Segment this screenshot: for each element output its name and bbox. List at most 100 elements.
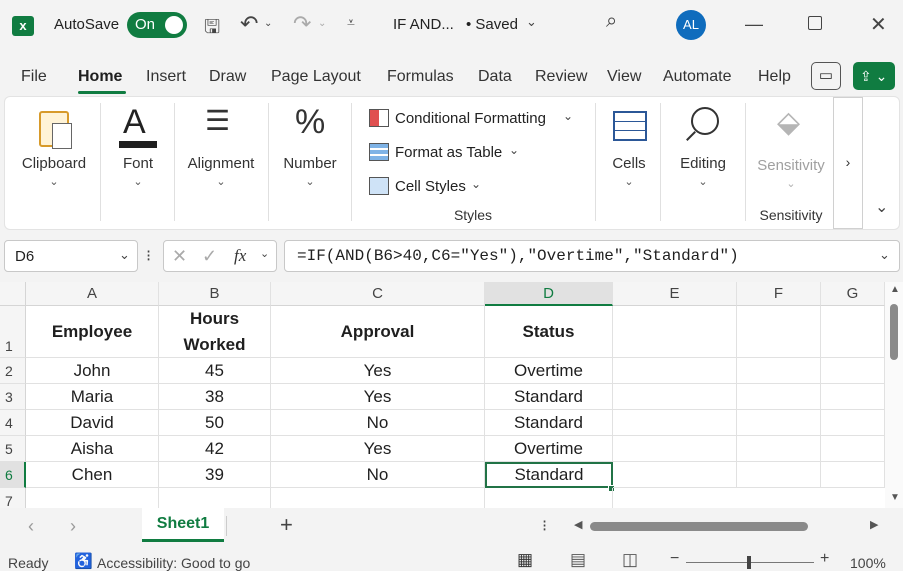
insert-function-icon[interactable]: fx [234, 246, 246, 266]
next-sheet-icon[interactable]: › [70, 516, 76, 537]
column-header-a[interactable]: A [26, 282, 159, 306]
cell-c5[interactable]: Yes [271, 436, 485, 462]
cell-a3[interactable]: Maria [26, 384, 159, 410]
cell-d2[interactable]: Overtime [485, 358, 613, 384]
cell-g3[interactable] [821, 384, 885, 410]
zoom-slider-thumb[interactable] [747, 556, 751, 569]
previous-sheet-icon[interactable]: ‹ [28, 516, 34, 537]
cell-b1[interactable]: Hours Worked [159, 306, 271, 358]
cell-b5[interactable]: 42 [159, 436, 271, 462]
vertical-scroll-thumb[interactable] [890, 304, 898, 360]
confirm-icon[interactable]: ✓ [202, 246, 217, 267]
cell-d1[interactable]: Status [485, 306, 613, 358]
cells-group[interactable]: Cells ⌄ [601, 101, 657, 219]
cell-d4[interactable]: Standard [485, 410, 613, 436]
alignment-group[interactable]: ☰ Alignment ⌄ [177, 101, 265, 219]
horizontal-scrollbar[interactable]: ◀ ▶ [572, 518, 887, 534]
column-header-c[interactable]: C [271, 282, 485, 306]
tab-draw[interactable]: Draw [209, 68, 246, 86]
horizontal-scroll-thumb[interactable] [590, 522, 808, 531]
cell-a4[interactable]: David [26, 410, 159, 436]
scroll-up-icon[interactable]: ▲ [890, 284, 900, 295]
zoom-level[interactable]: 100% [850, 555, 886, 571]
cell-d7[interactable] [485, 488, 613, 508]
collapse-ribbon-icon[interactable]: ⌄ [875, 197, 888, 217]
cell-c1[interactable]: Approval [271, 306, 485, 358]
row-header-7[interactable]: 7 [0, 488, 26, 508]
scroll-left-icon[interactable]: ◀ [574, 518, 582, 531]
cell-a6[interactable]: Chen [26, 462, 159, 488]
cell-f2[interactable] [737, 358, 821, 384]
name-box[interactable]: D6 ⌄ [4, 240, 138, 272]
number-group[interactable]: % Number ⌄ [273, 101, 347, 219]
cell-d6-selected[interactable]: Standard [485, 462, 613, 488]
avatar[interactable]: AL [676, 10, 706, 40]
format-as-table-button[interactable]: Format as Table ⌄ [367, 141, 587, 167]
minimize-icon[interactable]: — [745, 14, 763, 35]
row-header-1[interactable]: 1 [0, 306, 26, 358]
accessibility-icon[interactable]: ♿ [74, 552, 93, 570]
close-icon[interactable]: ✕ [870, 12, 887, 37]
cell-f3[interactable] [737, 384, 821, 410]
font-group[interactable]: A Font ⌄ [105, 101, 171, 219]
customize-toolbar-icon[interactable]: ⩡ [347, 14, 355, 31]
tab-data[interactable]: Data [478, 68, 512, 86]
tab-home[interactable]: Home [78, 68, 122, 86]
cell-f5[interactable] [737, 436, 821, 462]
cell-e4[interactable] [613, 410, 737, 436]
conditional-formatting-button[interactable]: Conditional Formatting ⌄ [367, 107, 587, 133]
cell-c4[interactable]: No [271, 410, 485, 436]
redo-dropdown-icon[interactable]: ⌄ [318, 18, 326, 29]
file-name[interactable]: IF AND... [393, 16, 454, 33]
cell-c7[interactable] [271, 488, 485, 508]
column-header-e[interactable]: E [613, 282, 737, 306]
cell-e1[interactable] [613, 306, 737, 358]
cell-b4[interactable]: 50 [159, 410, 271, 436]
row-header-3[interactable]: 3 [0, 384, 26, 410]
share-button[interactable]: ⇪ ⌄ [853, 62, 895, 90]
tab-page-layout[interactable]: Page Layout [271, 68, 361, 86]
cell-b7[interactable] [159, 488, 271, 508]
tab-view[interactable]: View [607, 68, 641, 86]
cell-e2[interactable] [613, 358, 737, 384]
zoom-out-icon[interactable]: − [670, 550, 679, 568]
column-header-d[interactable]: D [485, 282, 613, 306]
cell-c3[interactable]: Yes [271, 384, 485, 410]
cell-g1[interactable] [821, 306, 885, 358]
autosave-toggle[interactable]: On [127, 12, 187, 38]
cell-f1[interactable] [737, 306, 821, 358]
cell-d3[interactable]: Standard [485, 384, 613, 410]
undo-icon[interactable]: ↶ [240, 11, 258, 37]
tab-file[interactable]: File [21, 68, 47, 86]
cell-e5[interactable] [613, 436, 737, 462]
cell-b6[interactable]: 39 [159, 462, 271, 488]
add-sheet-button[interactable]: + [280, 512, 293, 538]
tab-insert[interactable]: Insert [146, 68, 186, 86]
maximize-icon[interactable] [808, 16, 822, 30]
redo-icon[interactable]: ↷ [293, 11, 311, 37]
cell-f6[interactable] [737, 462, 821, 488]
accessibility-status[interactable]: Accessibility: Good to go [97, 555, 250, 571]
column-header-g[interactable]: G [821, 282, 885, 306]
cell-styles-button[interactable]: Cell Styles ⌄ [367, 175, 587, 201]
tab-automate[interactable]: Automate [663, 68, 731, 86]
cell-g5[interactable] [821, 436, 885, 462]
comments-button[interactable]: ▭ [811, 62, 841, 90]
more-options-icon[interactable]: ⁝ [146, 246, 151, 266]
cell-e6[interactable] [613, 462, 737, 488]
tab-formulas[interactable]: Formulas [387, 68, 454, 86]
cell-g6[interactable] [821, 462, 885, 488]
undo-dropdown-icon[interactable]: ⌄ [264, 18, 272, 29]
column-header-f[interactable]: F [737, 282, 821, 306]
cell-f4[interactable] [737, 410, 821, 436]
cell-a1[interactable]: Employee [26, 306, 159, 358]
cell-a5[interactable]: Aisha [26, 436, 159, 462]
chevron-down-icon[interactable]: ⌄ [526, 14, 537, 30]
cell-b2[interactable]: 45 [159, 358, 271, 384]
cell-a7[interactable] [26, 488, 159, 508]
cell-a2[interactable]: John [26, 358, 159, 384]
save-icon[interactable]: 🖫 [204, 13, 220, 45]
cancel-icon[interactable]: ✕ [172, 246, 187, 267]
page-layout-view-icon[interactable]: ▤ [570, 550, 586, 570]
clipboard-group[interactable]: Clipboard ⌄ [11, 101, 97, 219]
